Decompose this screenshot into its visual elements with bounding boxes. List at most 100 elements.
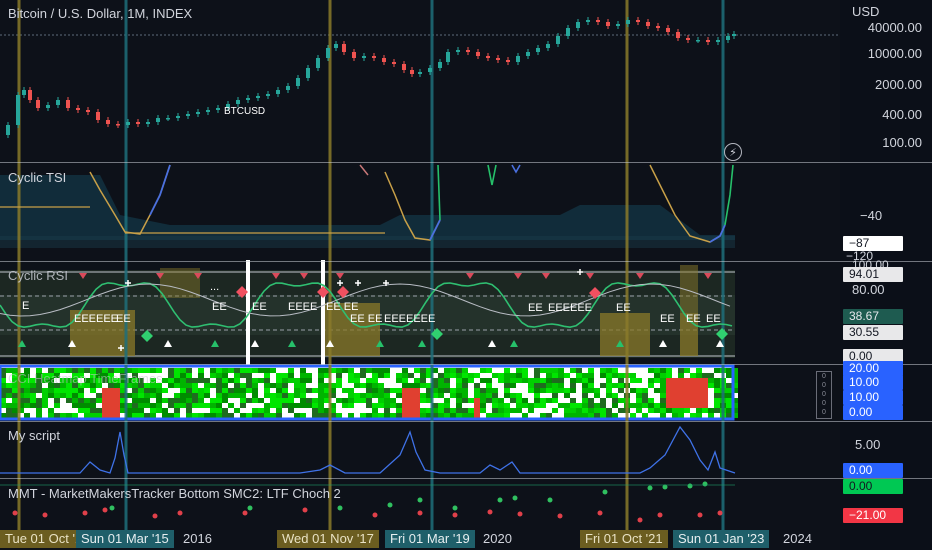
heatmap-cell <box>270 403 276 408</box>
heatmap-cell <box>276 413 282 418</box>
heatmap-cell <box>654 393 660 398</box>
heatmap-cell <box>258 398 264 403</box>
heatmap-cell <box>354 373 360 378</box>
heatmap-cell <box>228 368 234 373</box>
heatmap-cell <box>228 373 234 378</box>
heatmap-cell <box>570 403 576 408</box>
candle-body <box>28 90 32 100</box>
rsi-bar-2 <box>321 260 325 365</box>
chart-canvas[interactable] <box>0 0 932 550</box>
heatmap-cell <box>390 388 396 393</box>
heatmap-cell <box>402 403 408 408</box>
heatmap-cell <box>336 393 342 398</box>
heatmap-cell <box>306 393 312 398</box>
heatmap-cell <box>558 373 564 378</box>
heatmap-cell <box>102 393 108 398</box>
cci-title[interactable]: CCI Heatmap TimeFrames <box>8 371 163 386</box>
candle-body <box>352 52 356 58</box>
heatmap-cell <box>228 398 234 403</box>
heatmap-cell <box>228 383 234 388</box>
heatmap-cell <box>108 408 114 413</box>
heatmap-cell <box>174 398 180 403</box>
heatmap-cell <box>222 383 228 388</box>
heatmap-cell <box>612 398 618 403</box>
separator-tsi-rsi[interactable] <box>0 261 932 262</box>
heatmap-cell <box>54 408 60 413</box>
heatmap-cell <box>648 413 654 418</box>
separator-main-tsi[interactable] <box>0 162 932 163</box>
heatmap-cell <box>264 373 270 378</box>
heatmap-cell <box>366 388 372 393</box>
heatmap-cell <box>636 403 642 408</box>
heatmap-cell <box>498 413 504 418</box>
symbol-title[interactable]: Bitcoin / U.S. Dollar, 1M, INDEX <box>8 6 192 21</box>
heatmap-cell <box>222 393 228 398</box>
tsi-title[interactable]: Cyclic TSI <box>8 170 66 185</box>
heatmap-cell <box>108 393 114 398</box>
heatmap-cell <box>204 368 210 373</box>
rsi-e-marker: EE <box>212 301 227 313</box>
candle-body <box>626 20 630 24</box>
heatmap-cell <box>216 393 222 398</box>
heatmap-cell <box>630 373 636 378</box>
heatmap-cell <box>138 413 144 418</box>
heatmap-cell <box>630 403 636 408</box>
mmt-title[interactable]: MMT - MarketMakersTracker Bottom SMC2: L… <box>8 486 341 501</box>
heatmap-cell <box>396 403 402 408</box>
heatmap-cell <box>174 393 180 398</box>
heatmap-cell <box>486 413 492 418</box>
heatmap-cell <box>252 403 258 408</box>
rsi-title[interactable]: Cyclic RSI <box>8 268 68 283</box>
heatmap-cell <box>270 388 276 393</box>
separator-script-mmt[interactable] <box>0 478 932 479</box>
heatmap-cell <box>654 383 660 388</box>
heatmap-cell <box>360 373 366 378</box>
heatmap-cell <box>612 393 618 398</box>
heatmap-cell <box>690 388 696 393</box>
heatmap-cell <box>522 413 528 418</box>
separator-cci-script[interactable] <box>0 421 932 422</box>
heatmap-cell <box>222 388 228 393</box>
candle-body <box>286 86 290 90</box>
heatmap-cell <box>150 393 156 398</box>
heatmap-cell <box>246 388 252 393</box>
heatmap-cell <box>90 398 96 403</box>
date-highlight-4[interactable]: Fri 01 Oct '21 <box>580 530 668 548</box>
heatmap-cell <box>504 413 510 418</box>
date-highlight-2[interactable]: Wed 01 Nov '17 <box>277 530 379 548</box>
heatmap-cell <box>474 368 480 373</box>
heatmap-cell <box>96 408 102 413</box>
heatmap-cell <box>402 398 408 403</box>
heatmap-cell <box>708 378 714 383</box>
heatmap-cell <box>492 403 498 408</box>
heatmap-cell <box>114 393 120 398</box>
script-title[interactable]: My script <box>8 428 60 443</box>
heatmap-cell <box>186 373 192 378</box>
heatmap-cell <box>486 403 492 408</box>
heatmap-cell <box>282 388 288 393</box>
rsi-e-marker: EEEEEEE <box>384 313 436 325</box>
heatmap-cell <box>360 388 366 393</box>
date-highlight-5[interactable]: Sun 01 Jan '23 <box>673 530 770 548</box>
heatmap-cell <box>420 378 426 383</box>
date-label-mar15[interactable]: Sun 01 Mar '15 <box>76 530 174 548</box>
heatmap-cell <box>600 373 606 378</box>
heatmap-cell <box>474 378 480 383</box>
heatmap-cell <box>558 403 564 408</box>
heatmap-cell <box>240 413 246 418</box>
rsi-e-marker: EE <box>616 302 631 314</box>
separator-rsi-cci[interactable] <box>0 364 932 365</box>
heatmap-cell <box>660 393 666 398</box>
heatmap-cell <box>654 388 660 393</box>
lightning-icon[interactable]: ⚡ <box>724 143 742 161</box>
heatmap-cell <box>450 378 456 383</box>
heatmap-cell <box>438 403 444 408</box>
heatmap-cell <box>162 413 168 418</box>
mmt-bear-dot <box>82 510 88 516</box>
heatmap-cell <box>708 408 714 413</box>
heatmap-cell <box>318 373 324 378</box>
heatmap-cell <box>504 383 510 388</box>
heatmap-cell <box>228 378 234 383</box>
heatmap-cell <box>642 408 648 413</box>
date-highlight-3[interactable]: Fri 01 Mar '19 <box>385 530 475 548</box>
